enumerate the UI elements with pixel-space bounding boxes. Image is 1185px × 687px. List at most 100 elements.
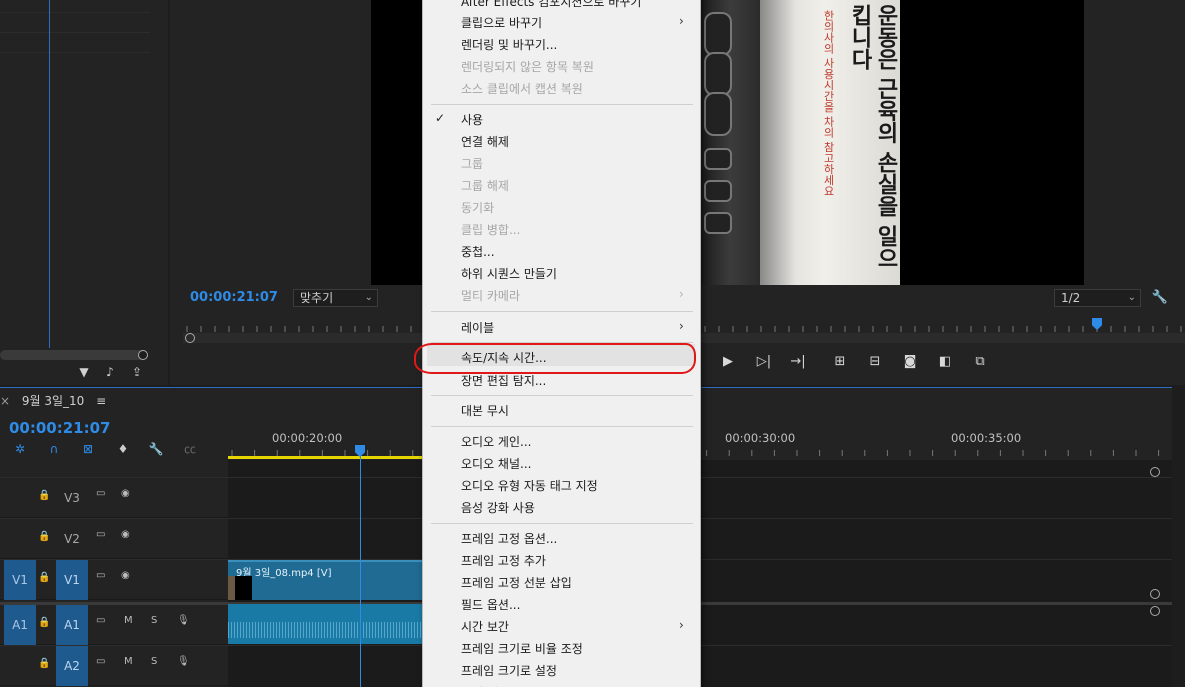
panel-zoom-handle[interactable]: [138, 350, 148, 360]
microphone-icon[interactable]: 🎙: [177, 656, 190, 667]
play-icon[interactable]: ▶: [718, 352, 738, 372]
wrench-icon[interactable]: 🔧: [147, 441, 165, 457]
source-target-v1[interactable]: V1: [4, 560, 36, 600]
chevron-down-icon: ⌄: [364, 292, 373, 303]
audio-note-icon[interactable]: ♪: [102, 364, 118, 380]
eye-icon[interactable]: ◉: [121, 488, 130, 499]
step-forward-icon[interactable]: ▷|: [754, 352, 774, 372]
menu-item[interactable]: 중첩...: [461, 243, 495, 260]
solo-button[interactable]: S: [151, 656, 157, 667]
sync-lock-icon[interactable]: ▭: [96, 656, 105, 667]
menu-item[interactable]: 클립 병합...: [461, 221, 520, 238]
monitor-scroll-handle[interactable]: [185, 333, 195, 343]
timeline-timecode[interactable]: 00:00:21:07: [9, 419, 111, 437]
menu-item[interactable]: 그룹: [461, 155, 483, 172]
menu-item[interactable]: 시간 보간: [461, 618, 509, 635]
camera-icon[interactable]: ◙: [900, 352, 920, 372]
menu-item[interactable]: 오디오 유형 자동 태그 지정: [461, 477, 598, 494]
menu-item[interactable]: 프레임 크기로 설정: [461, 662, 557, 679]
close-icon[interactable]: ×: [0, 394, 14, 408]
track-name[interactable]: A1: [56, 605, 88, 645]
menu-item[interactable]: 대본 무시: [461, 402, 509, 419]
menu-item[interactable]: 소스 클립에서 캡션 복원: [461, 80, 583, 97]
menu-item[interactable]: 음성 강화 사용: [461, 499, 535, 516]
sync-lock-icon[interactable]: ▭: [96, 488, 105, 499]
track-header-v2: 🔒 V2 ▭ ◉: [0, 519, 228, 559]
filter-icon[interactable]: ▼: [76, 364, 92, 380]
sync-lock-icon[interactable]: ▭: [96, 570, 105, 581]
lock-icon[interactable]: 🔒: [38, 572, 50, 583]
timeline-scroll-handle[interactable]: [1150, 606, 1160, 616]
nest-toggle-icon[interactable]: ✲: [11, 441, 29, 457]
audio-clip[interactable]: [228, 604, 428, 644]
lock-icon[interactable]: 🔒: [38, 490, 50, 501]
menu-item[interactable]: 필드 옵션...: [461, 596, 520, 613]
eye-icon[interactable]: ◉: [121, 529, 130, 540]
menu-item[interactable]: 프레임 고정 선분 삽입: [461, 574, 572, 591]
lift-icon[interactable]: ⊞: [830, 352, 850, 372]
timeline-scroll-handle[interactable]: [1150, 589, 1160, 599]
track-name[interactable]: V3: [56, 478, 88, 518]
chevron-right-icon: ›: [679, 618, 684, 632]
export-icon[interactable]: ⇪: [129, 364, 145, 380]
track-name[interactable]: A2: [56, 646, 88, 686]
audio-waveform: [228, 622, 428, 638]
menu-item[interactable]: 클립으로 바꾸기: [461, 14, 542, 31]
eye-icon[interactable]: ◉: [121, 570, 130, 581]
sync-lock-icon[interactable]: ▭: [96, 615, 105, 626]
resolution-select-value: 1/2: [1061, 291, 1081, 305]
sequence-tab-title: 9월 3일_10: [21, 394, 85, 408]
menu-item[interactable]: 연결 해제: [461, 133, 509, 150]
linked-selection-icon[interactable]: ⊠: [79, 441, 97, 457]
extract-icon[interactable]: ⊟: [865, 352, 885, 372]
time-label: 00:00:35:00: [951, 431, 1022, 445]
menu-item[interactable]: 그룹 해제: [461, 177, 509, 194]
lock-icon[interactable]: 🔒: [38, 617, 50, 628]
panel-scrollbar[interactable]: [0, 350, 148, 360]
sequence-tab[interactable]: × 9월 3일_10 ≡: [0, 392, 106, 409]
sync-lock-icon[interactable]: ▭: [96, 529, 105, 540]
proxy-toggle-icon[interactable]: ⧉: [970, 352, 990, 372]
solo-button[interactable]: S: [151, 615, 157, 626]
lock-icon[interactable]: 🔒: [38, 531, 50, 542]
mute-button[interactable]: M: [124, 615, 133, 626]
track-header-v1: V1 🔒 V1 ▭ ◉: [0, 560, 228, 600]
menu-separator: [431, 523, 693, 524]
menu-item[interactable]: 장면 편집 탐지...: [461, 372, 546, 389]
source-target-a1[interactable]: A1: [4, 605, 36, 645]
menu-item[interactable]: 렌더링되지 않은 항목 복원: [461, 58, 594, 75]
microphone-icon[interactable]: 🎙: [177, 615, 190, 626]
track-name[interactable]: V2: [56, 519, 88, 559]
menu-item[interactable]: After Effects 컴포지션으로 바꾸기: [461, 0, 641, 10]
menu-item[interactable]: 사용: [461, 111, 483, 128]
video-clip[interactable]: 9월 3일_08.mp4 [V]: [228, 560, 428, 600]
captions-icon[interactable]: ㏄: [181, 441, 199, 457]
menu-item[interactable]: 하위 시퀀스 만들기: [461, 265, 557, 282]
timeline-scroll-handle[interactable]: [1150, 467, 1160, 477]
menu-separator: [431, 395, 693, 396]
time-label: 00:00:20:00: [272, 431, 343, 445]
chevron-right-icon: ›: [679, 14, 684, 28]
menu-item[interactable]: 렌더링 및 바꾸기...: [461, 36, 557, 53]
menu-item[interactable]: 멀티 카메라: [461, 287, 520, 304]
fit-select[interactable]: 맞추기 ⌄: [293, 289, 378, 307]
menu-item[interactable]: 프레임 고정 추가: [461, 552, 546, 569]
menu-item[interactable]: 프레임 고정 옵션...: [461, 530, 557, 547]
wrench-icon[interactable]: 🔧: [1150, 288, 1170, 308]
menu-item[interactable]: 레이블: [461, 319, 494, 336]
monitor-timecode[interactable]: 00:00:21:07: [190, 290, 278, 305]
track-name[interactable]: V1: [56, 560, 88, 600]
menu-item[interactable]: 오디오 채널...: [461, 455, 531, 472]
comparison-view-icon[interactable]: ◧: [935, 352, 955, 372]
lock-icon[interactable]: 🔒: [38, 658, 50, 669]
resolution-select[interactable]: 1/2 ⌄: [1054, 289, 1141, 307]
menu-item[interactable]: 오디오 게인...: [461, 433, 531, 450]
go-to-out-icon[interactable]: →|: [788, 352, 808, 372]
menu-icon[interactable]: ≡: [96, 394, 106, 408]
menu-item[interactable]: 동기화: [461, 199, 494, 216]
add-marker-icon[interactable]: ♦: [114, 441, 132, 457]
snap-magnet-icon[interactable]: ∩: [45, 441, 63, 457]
work-area-bar[interactable]: [228, 456, 428, 459]
mute-button[interactable]: M: [124, 656, 133, 667]
menu-item[interactable]: 프레임 크기로 비율 조정: [461, 640, 583, 657]
